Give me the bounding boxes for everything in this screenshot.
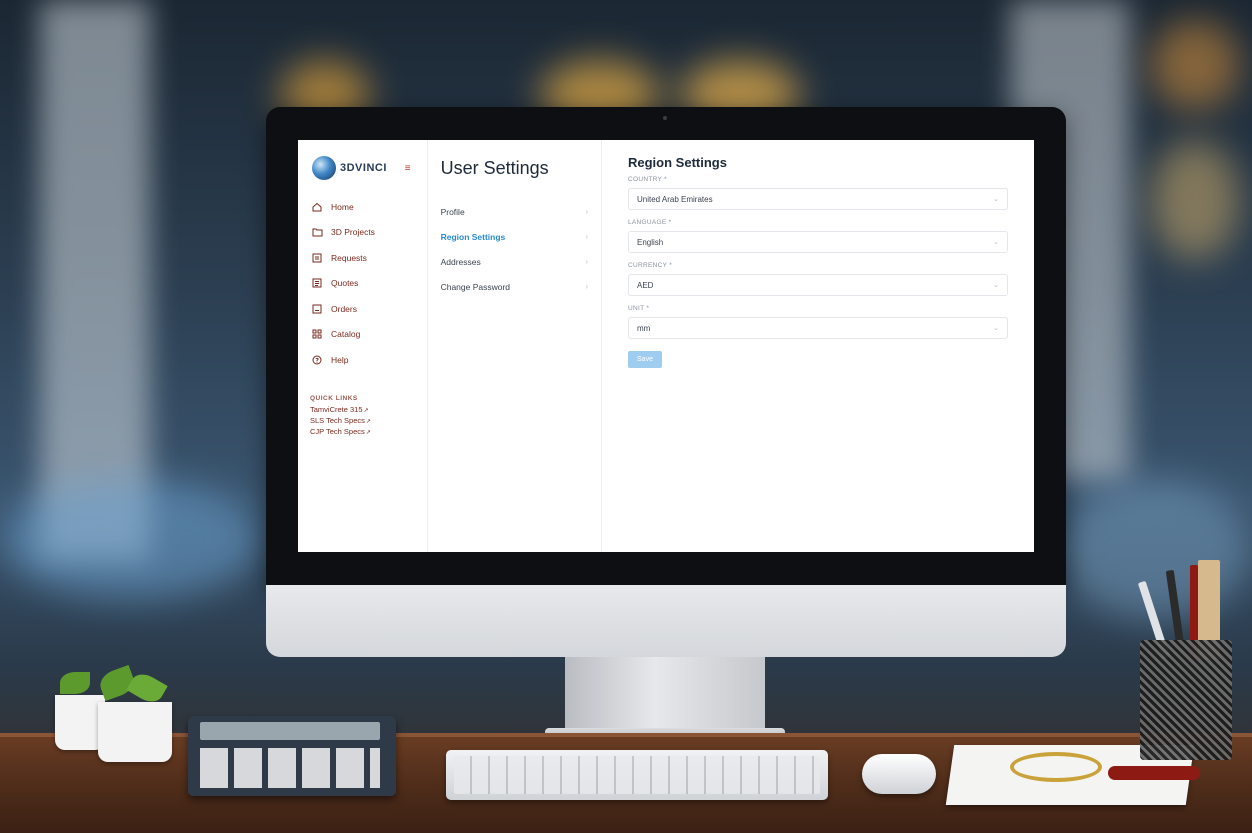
unit-label: UNIT * <box>628 305 650 312</box>
external-link-icon: ↗ <box>365 429 371 436</box>
calculator-keys <box>200 748 380 788</box>
sidebar-item-requests[interactable]: Requests <box>308 245 417 271</box>
currency-label: CURRENCY * <box>628 262 673 269</box>
home-icon <box>311 201 323 213</box>
sidebar-nav: Home 3D Projects Requests Quotes Orders … <box>308 194 417 373</box>
calculator <box>188 716 396 796</box>
chevron-down-icon: ⌄ <box>993 325 999 332</box>
quick-links-title: QUICK LINKS <box>310 394 358 402</box>
region-settings-panel: Region Settings COUNTRY * United Arab Em… <box>602 140 1034 552</box>
camera-dot <box>663 116 667 120</box>
plant-leaf <box>60 672 90 694</box>
settings-item-profile[interactable]: Profile › <box>441 199 588 224</box>
calculator-screen <box>200 722 380 740</box>
chevron-down-icon: ⌄ <box>993 239 999 246</box>
chevron-right-icon: › <box>585 257 588 266</box>
sidebar-item-label: Quotes <box>331 278 359 289</box>
magnifier-lens <box>1010 752 1102 782</box>
document-icon <box>311 252 323 264</box>
sidebar-item-label: Requests <box>331 252 367 263</box>
logo-globe-icon <box>312 156 336 180</box>
sidebar-item-quotes[interactable]: Quotes <box>308 271 417 297</box>
magnifier-handle <box>1108 766 1200 780</box>
sidebar-item-label: Catalog <box>331 329 361 340</box>
app-screen: 3DVINCI ≡ Home 3D Projects Requests Quot… <box>298 140 1034 552</box>
page-title: User Settings <box>440 158 549 178</box>
pen-cup <box>1140 640 1232 760</box>
country-label: COUNTRY * <box>628 176 667 183</box>
sidebar-item-label: Help <box>331 354 349 365</box>
grid-icon <box>311 328 323 340</box>
country-select[interactable]: United Arab Emirates ⌄ <box>628 188 1008 210</box>
sidebar-item-catalog[interactable]: Catalog <box>308 322 417 348</box>
quick-link-tamvicrete[interactable]: TamviCrete 315↗ <box>310 405 417 416</box>
sidebar-collapse-icon[interactable]: ≡ <box>405 163 411 174</box>
help-icon <box>311 354 323 366</box>
language-select[interactable]: English ⌄ <box>628 231 1008 253</box>
settings-menu: User Settings Profile › Region Settings … <box>428 140 602 552</box>
chevron-right-icon: › <box>585 282 588 291</box>
quote-icon <box>311 277 323 289</box>
save-button[interactable]: Save <box>628 351 662 368</box>
sidebar-item-label: Home <box>331 201 354 212</box>
chevron-down-icon: ⌄ <box>993 196 999 203</box>
logo-row: 3DVINCI ≡ <box>312 150 417 186</box>
quick-link-cjp-specs[interactable]: CJP Tech Specs↗ <box>310 427 417 438</box>
keyboard <box>446 750 828 800</box>
sidebar-item-3d-projects[interactable]: 3D Projects <box>308 220 417 246</box>
sidebar: 3DVINCI ≡ Home 3D Projects Requests Quot… <box>298 140 428 552</box>
sidebar-item-label: Orders <box>331 303 357 314</box>
sidebar-item-label: 3D Projects <box>331 227 375 238</box>
chevron-right-icon: › <box>585 207 588 216</box>
logo-text: 3DVINCI <box>340 162 387 174</box>
sidebar-item-orders[interactable]: Orders <box>308 296 417 322</box>
plant-pot-large <box>98 702 172 762</box>
monitor-chin <box>266 585 1066 657</box>
language-label: LANGUAGE * <box>628 219 672 226</box>
chevron-down-icon: ⌄ <box>993 282 999 289</box>
unit-select[interactable]: mm ⌄ <box>628 317 1008 339</box>
external-link-icon: ↗ <box>363 407 369 414</box>
settings-item-change-password[interactable]: Change Password › <box>441 274 588 299</box>
quick-links: QUICK LINKS TamviCrete 315↗ SLS Tech Spe… <box>308 395 417 438</box>
folder-icon <box>311 226 323 238</box>
section-title: Region Settings <box>628 155 727 170</box>
quick-link-sls-specs[interactable]: SLS Tech Specs↗ <box>310 416 417 427</box>
order-icon <box>311 303 323 315</box>
mouse <box>862 754 936 794</box>
sidebar-item-home[interactable]: Home <box>308 194 417 220</box>
currency-select[interactable]: AED ⌄ <box>628 274 1008 296</box>
settings-item-region[interactable]: Region Settings › <box>441 224 588 249</box>
settings-item-addresses[interactable]: Addresses › <box>441 249 588 274</box>
sidebar-item-help[interactable]: Help <box>308 347 417 373</box>
chevron-right-icon: › <box>585 232 588 241</box>
external-link-icon: ↗ <box>365 418 371 425</box>
keyboard-keys <box>454 756 820 794</box>
monitor-stand <box>565 657 765 737</box>
